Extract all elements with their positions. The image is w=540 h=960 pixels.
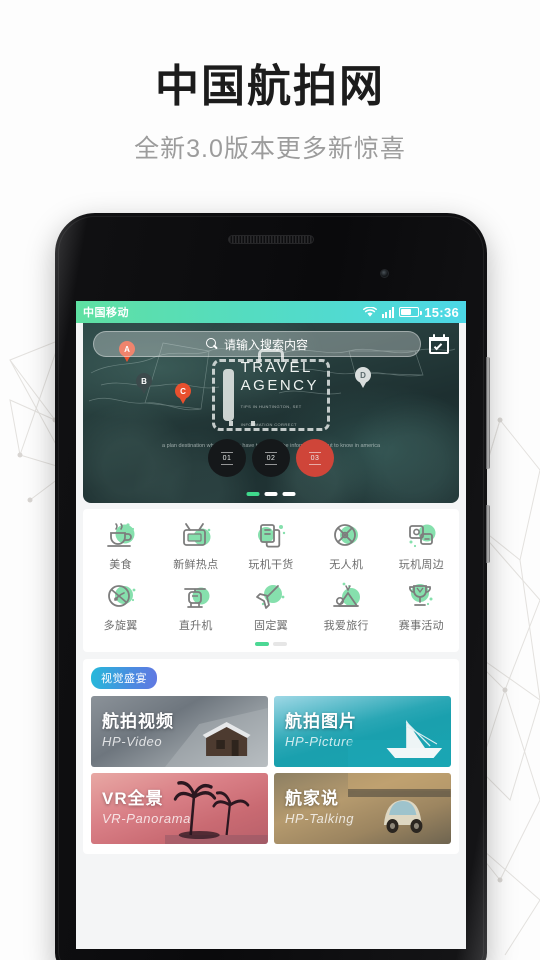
- category-item-wurenji[interactable]: 无人机: [309, 521, 384, 572]
- wifi-icon: [362, 306, 377, 317]
- trophy-icon: [404, 582, 438, 612]
- tv-news-icon: [179, 521, 213, 551]
- clock-label: 15:36: [424, 304, 459, 320]
- banner-dot-active[interactable]: [246, 492, 260, 496]
- calendar-check-icon[interactable]: [429, 334, 449, 354]
- banner-pagination[interactable]: [246, 492, 296, 496]
- search-row: 请输入搜索内容: [83, 331, 459, 357]
- category-label: 新鲜热点: [173, 559, 219, 571]
- banner-step-circles: 01 02 03: [208, 439, 334, 477]
- section-badge: 视觉盛宴: [91, 666, 157, 689]
- page-subtitle: 全新3.0版本更多新惊喜: [134, 134, 406, 163]
- drone-icon: [329, 521, 363, 551]
- brand-line-3: TIPS IN HUNTINGTON, SET INFORMATION CORR…: [240, 404, 302, 427]
- category-label: 直升机: [178, 620, 213, 632]
- signal-bars-icon: [381, 306, 395, 318]
- map-pin[interactable]: B: [136, 373, 152, 394]
- palm-tree-illustration: [165, 780, 268, 844]
- search-icon: [205, 338, 218, 350]
- feature-card-vr[interactable]: VR全景 VR-Panorama: [91, 772, 268, 844]
- category-grid-card: 美食 新鲜热点 玩机干货 无人机 玩机周边 多旋翼 直升机 固定翼 我爱旅行 赛…: [83, 509, 459, 652]
- multirotor-icon: [104, 582, 138, 612]
- boat-illustration: [348, 719, 451, 767]
- map-pin[interactable]: C: [175, 383, 191, 404]
- step-number: 02: [266, 454, 276, 462]
- coffee-cup-icon: [104, 521, 138, 551]
- fixed-wing-plane-icon: [254, 582, 288, 612]
- category-item-duoxuanyi[interactable]: 多旋翼: [83, 582, 158, 633]
- phone-screen: 中国移动 15:36 请输入搜索内容 A B C D TRAVEL AGENCY…: [76, 301, 466, 949]
- documents-icon: [254, 521, 288, 551]
- feature-card-grid: 航拍视频 HP-Video 航拍图片 HP-Picture VR全景 VR-Pa…: [91, 695, 451, 844]
- grid-pagination[interactable]: [83, 642, 459, 646]
- screen-scroll-area[interactable]: 请输入搜索内容 A B C D TRAVEL AGENCY TIPS IN HU…: [76, 323, 466, 949]
- grid-dot[interactable]: [273, 642, 287, 646]
- phone-mockup: 中国移动 15:36 请输入搜索内容 A B C D TRAVEL AGENCY…: [55, 213, 490, 960]
- suitcase-icon: [223, 369, 234, 426]
- feature-card-talking[interactable]: 航家说 HP-Talking: [274, 772, 451, 844]
- search-placeholder: 请输入搜索内容: [223, 337, 308, 352]
- accessories-icon: [404, 521, 438, 551]
- category-label: 固定翼: [254, 620, 288, 632]
- category-label: 多旋翼: [103, 620, 138, 632]
- front-camera-icon: [380, 269, 389, 278]
- category-item-gudingyi[interactable]: 固定翼: [233, 582, 308, 633]
- volume-button[interactable]: [486, 357, 490, 469]
- banner-dot[interactable]: [264, 492, 278, 496]
- carrier-label: 中国移动: [83, 307, 129, 319]
- category-label: 无人机: [329, 559, 364, 571]
- status-bar: 中国移动 15:36: [76, 301, 466, 323]
- travel-tent-icon: [329, 582, 363, 612]
- category-item-saishihuodong[interactable]: 赛事活动: [384, 582, 459, 633]
- category-item-woailvxing[interactable]: 我爱旅行: [309, 582, 384, 633]
- category-item-wanjizhoubian[interactable]: 玩机周边: [384, 521, 459, 572]
- step-circle[interactable]: 03: [296, 439, 334, 477]
- travel-agency-logo: TRAVEL AGENCY TIPS IN HUNTINGTON, SET IN…: [212, 349, 330, 431]
- battery-icon: [399, 307, 422, 317]
- category-label: 赛事活动: [398, 620, 444, 632]
- hero-banner[interactable]: 请输入搜索内容 A B C D TRAVEL AGENCY TIPS IN HU…: [83, 323, 459, 503]
- feature-card-picture[interactable]: 航拍图片 HP-Picture: [274, 695, 451, 767]
- feature-card-video[interactable]: 航拍视频 HP-Video: [91, 695, 268, 767]
- promo-headline: 中国航拍网 全新3.0版本更多新惊喜: [0, 0, 540, 200]
- brand-line-2: AGENCY: [240, 377, 319, 395]
- map-pin[interactable]: D: [355, 367, 371, 388]
- step-number: 01: [222, 454, 232, 462]
- car-illustration: [348, 772, 451, 833]
- step-number: 03: [310, 454, 320, 462]
- search-input[interactable]: 请输入搜索内容: [93, 331, 421, 357]
- power-button[interactable]: [486, 505, 490, 563]
- page-title: 中国航拍网: [155, 62, 385, 111]
- category-grid: 美食 新鲜热点 玩机干货 无人机 玩机周边 多旋翼 直升机 固定翼 我爱旅行 赛…: [83, 521, 459, 633]
- banner-dot[interactable]: [282, 492, 296, 496]
- category-label: 美食: [109, 559, 132, 571]
- category-item-meishi[interactable]: 美食: [83, 521, 158, 572]
- category-item-xinxianredian[interactable]: 新鲜热点: [158, 521, 233, 572]
- category-item-wanjiganhuo[interactable]: 玩机干货: [233, 521, 308, 572]
- visual-feast-section: 视觉盛宴 航拍视频 HP-Video 航拍图片 HP-Picture VR全景 …: [83, 658, 459, 854]
- category-label: 玩机干货: [248, 559, 294, 571]
- step-circle[interactable]: 01: [208, 439, 246, 477]
- grid-dot-active[interactable]: [255, 642, 269, 646]
- helicopter-icon: [179, 582, 213, 612]
- step-circle[interactable]: 02: [252, 439, 290, 477]
- cabin-illustration: [165, 707, 268, 767]
- earpiece-speaker: [228, 235, 314, 244]
- category-label: 玩机周边: [398, 559, 444, 571]
- category-label: 我爱旅行: [323, 620, 369, 632]
- category-item-zhishengji[interactable]: 直升机: [158, 582, 233, 633]
